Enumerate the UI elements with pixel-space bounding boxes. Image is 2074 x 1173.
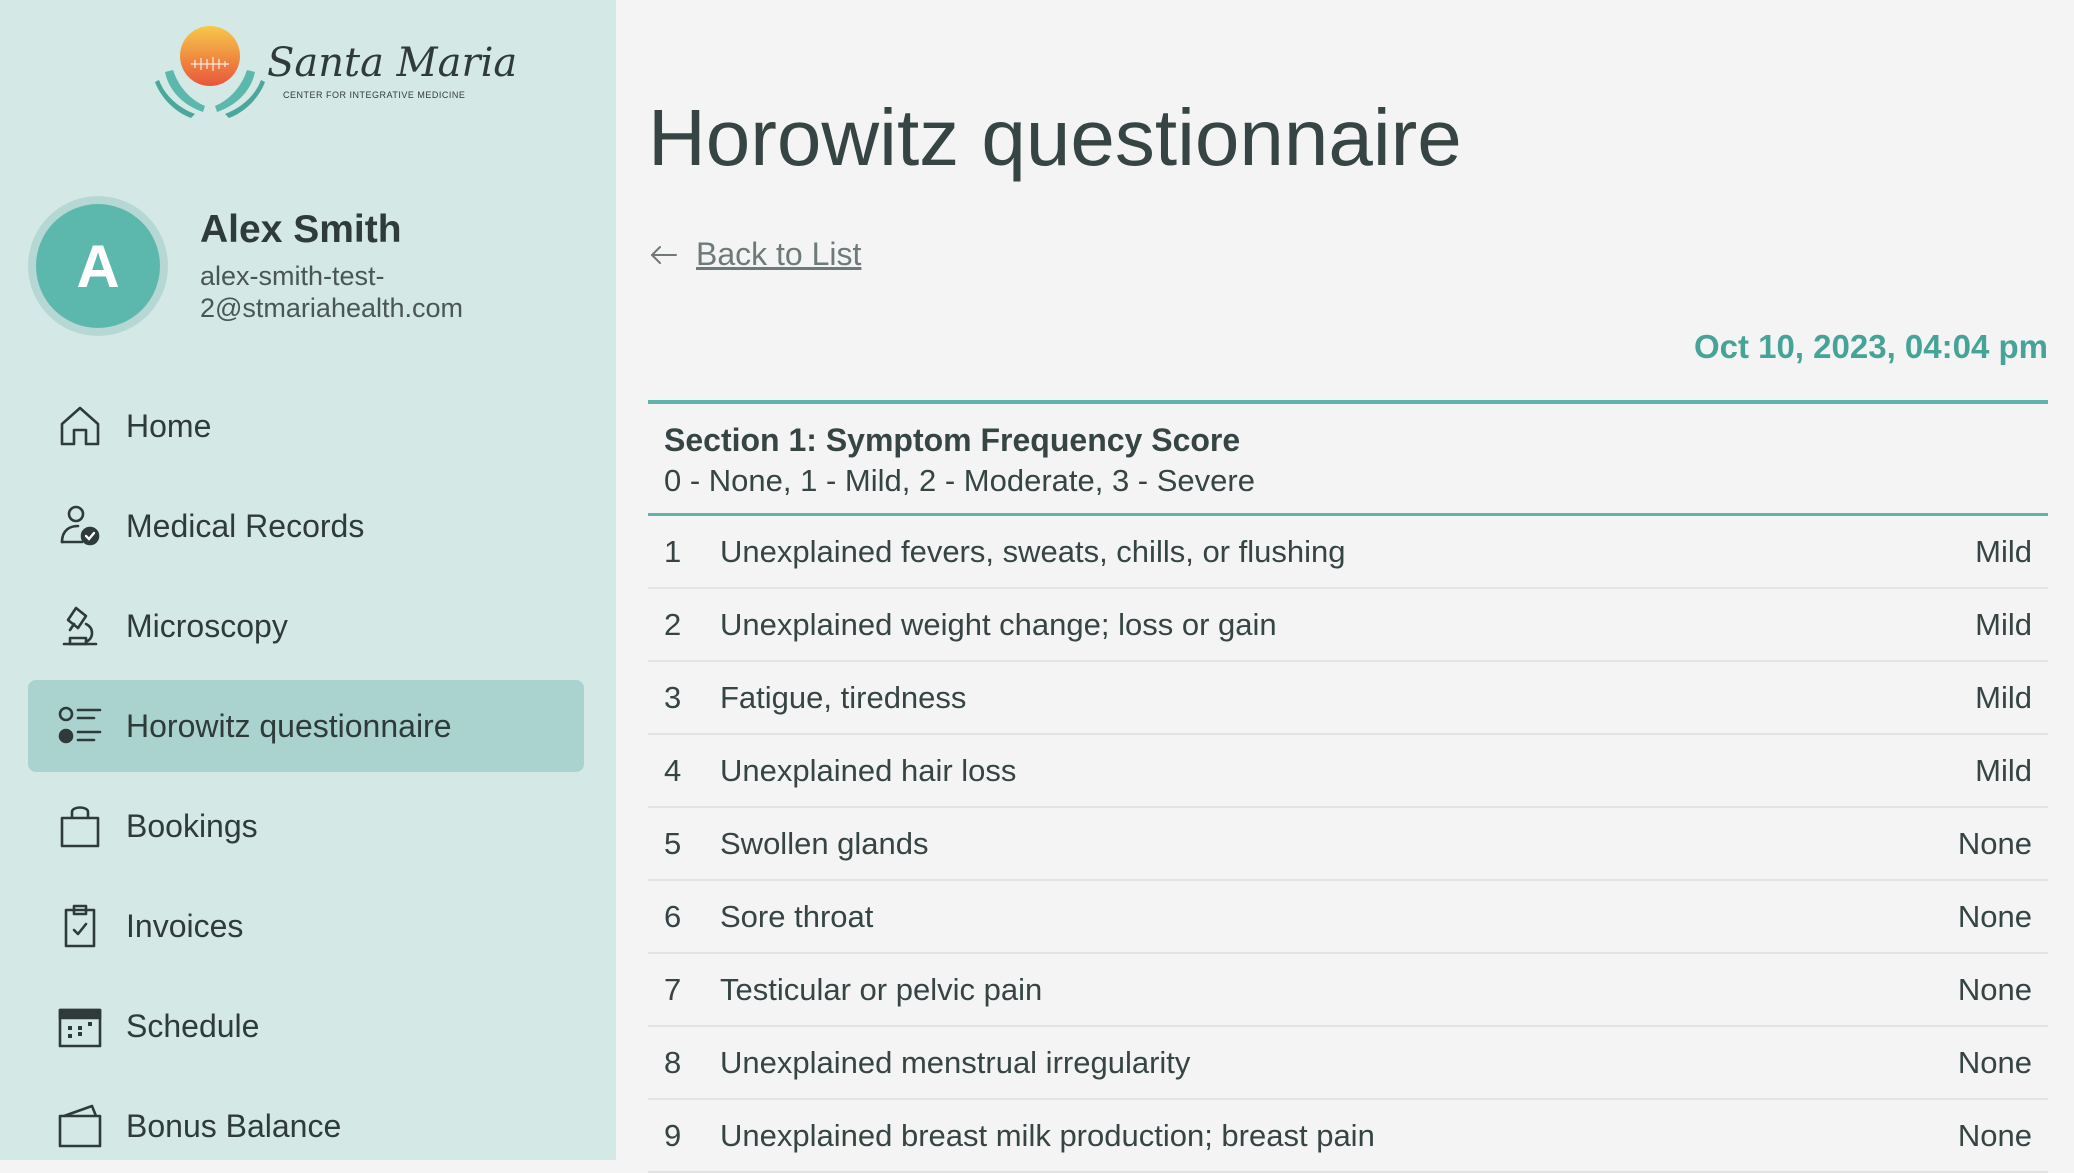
user-profile: A Alex Smith alex-smith-test-2@stmariahe… [28, 196, 608, 336]
avatar-initial: A [36, 204, 160, 328]
avatar[interactable]: A [28, 196, 168, 336]
question-text: Unexplained hair loss [720, 752, 1017, 788]
sidebar: Santa Maria CENTER FOR INTEGRATIVE MEDIC… [0, 0, 616, 1160]
answer-value: Mild [1975, 679, 2032, 715]
sidebar-item-label: Invoices [126, 907, 244, 944]
sidebar-item-bookings[interactable]: Bookings [28, 780, 584, 872]
answer-value: Mild [1975, 752, 2032, 788]
user-name: Alex Smith [200, 208, 402, 251]
question-number: 3 [664, 679, 682, 715]
answer-value: None [1957, 1044, 2032, 1080]
table-row: 4 Unexplained hair loss Mild [648, 735, 2048, 808]
question-text: Sore throat [720, 898, 874, 934]
question-text: Unexplained weight change; loss or gain [720, 606, 1277, 642]
sidebar-item-label: Medical Records [126, 507, 365, 544]
sidebar-item-label: Bonus Balance [126, 1107, 342, 1144]
user-email: alex-smith-test-2@stmariahealth.com [200, 261, 464, 323]
section-header: Section 1: Symptom Frequency Score 0 - N… [648, 404, 2048, 516]
back-to-list-label: Back to List [696, 236, 862, 272]
table-row: 6 Sore throat None [648, 881, 2048, 954]
list-icon [56, 702, 104, 750]
sidebar-item-bonus-balance[interactable]: Bonus Balance [28, 1080, 584, 1160]
table-row: 9 Unexplained breast milk production; bre… [648, 1100, 2048, 1173]
table-row: 1 Unexplained fevers, sweats, chills, or … [648, 516, 2048, 589]
sidebar-item-label: Bookings [126, 807, 258, 844]
sidebar-item-home[interactable]: Home [28, 380, 584, 472]
question-text: Fatigue, tiredness [720, 679, 967, 715]
submission-date: Oct 10, 2023, 04:04 pm [1693, 328, 2048, 365]
page-title: Horowitz questionnaire [648, 93, 1462, 182]
question-text: Unexplained fevers, sweats, chills, or f… [720, 533, 1346, 569]
question-text: Testicular or pelvic pain [720, 971, 1043, 1007]
table-row: 5 Swollen glands None [648, 808, 2048, 881]
table-body: 1 Unexplained fevers, sweats, chills, or … [648, 516, 2048, 1173]
home-icon [56, 402, 104, 450]
microscope-icon [56, 602, 104, 650]
sidebar-item-microscopy[interactable]: Microscopy [28, 580, 584, 672]
question-text: Unexplained menstrual irregularity [720, 1044, 1191, 1080]
shopping-bag-icon [56, 802, 104, 850]
answer-value: None [1957, 825, 2032, 861]
brand-logo[interactable]: Santa Maria CENTER FOR INTEGRATIVE MEDIC… [155, 22, 517, 122]
sidebar-item-schedule[interactable]: Schedule [28, 980, 584, 1072]
sidebar-item-label: Home [126, 407, 212, 444]
question-number: 5 [664, 825, 682, 861]
table-row: 8 Unexplained menstrual irregularity None [648, 1027, 2048, 1100]
brand-name: Santa Maria [267, 40, 518, 86]
sidebar-nav: Home Medical Records Microscopy Horowitz… [28, 380, 584, 1160]
clipboard-check-icon [56, 902, 104, 950]
sidebar-item-label: Schedule [126, 1007, 260, 1044]
sidebar-item-label: Microscopy [126, 607, 288, 644]
answer-value: None [1957, 1117, 2032, 1153]
questionnaire-table: Section 1: Symptom Frequency Score 0 - N… [648, 400, 2048, 1173]
sidebar-item-horowitz-questionnaire[interactable]: Horowitz questionnaire [28, 680, 584, 772]
question-number: 2 [664, 606, 682, 642]
question-text: Unexplained breast milk production; brea… [720, 1117, 1375, 1153]
calendar-icon [56, 1002, 104, 1050]
section-scale: 0 - None, 1 - Mild, 2 - Moderate, 3 - Se… [664, 463, 1255, 498]
sidebar-item-invoices[interactable]: Invoices [28, 880, 584, 972]
question-number: 8 [664, 1044, 682, 1080]
logo-sun-hands-icon [155, 26, 265, 118]
user-check-icon [56, 502, 104, 550]
answer-value: Mild [1975, 606, 2032, 642]
answer-value: None [1957, 971, 2032, 1007]
table-row: 3 Fatigue, tiredness Mild [648, 662, 2048, 735]
wallet-icon [56, 1102, 104, 1150]
main-content: Horowitz questionnaire Back to List Oct … [616, 0, 2074, 1173]
question-number: 1 [664, 533, 682, 569]
question-number: 6 [664, 898, 682, 934]
back-to-list-link[interactable]: Back to List [648, 236, 861, 273]
table-row: 2 Unexplained weight change; loss or gain… [648, 589, 2048, 662]
arrow-left-icon [651, 245, 677, 264]
sidebar-item-label: Horowitz questionnaire [126, 707, 452, 744]
question-number: 9 [664, 1117, 682, 1153]
answer-value: Mild [1975, 533, 2032, 569]
question-number: 7 [664, 971, 682, 1007]
answer-value: None [1957, 898, 2032, 934]
question-number: 4 [664, 752, 682, 788]
sidebar-item-medical-records[interactable]: Medical Records [28, 480, 584, 572]
table-row: 7 Testicular or pelvic pain None [648, 954, 2048, 1027]
question-text: Swollen glands [720, 825, 929, 861]
section-title: Section 1: Symptom Frequency Score [664, 422, 1241, 458]
brand-tagline: CENTER FOR INTEGRATIVE MEDICINE [283, 90, 466, 100]
